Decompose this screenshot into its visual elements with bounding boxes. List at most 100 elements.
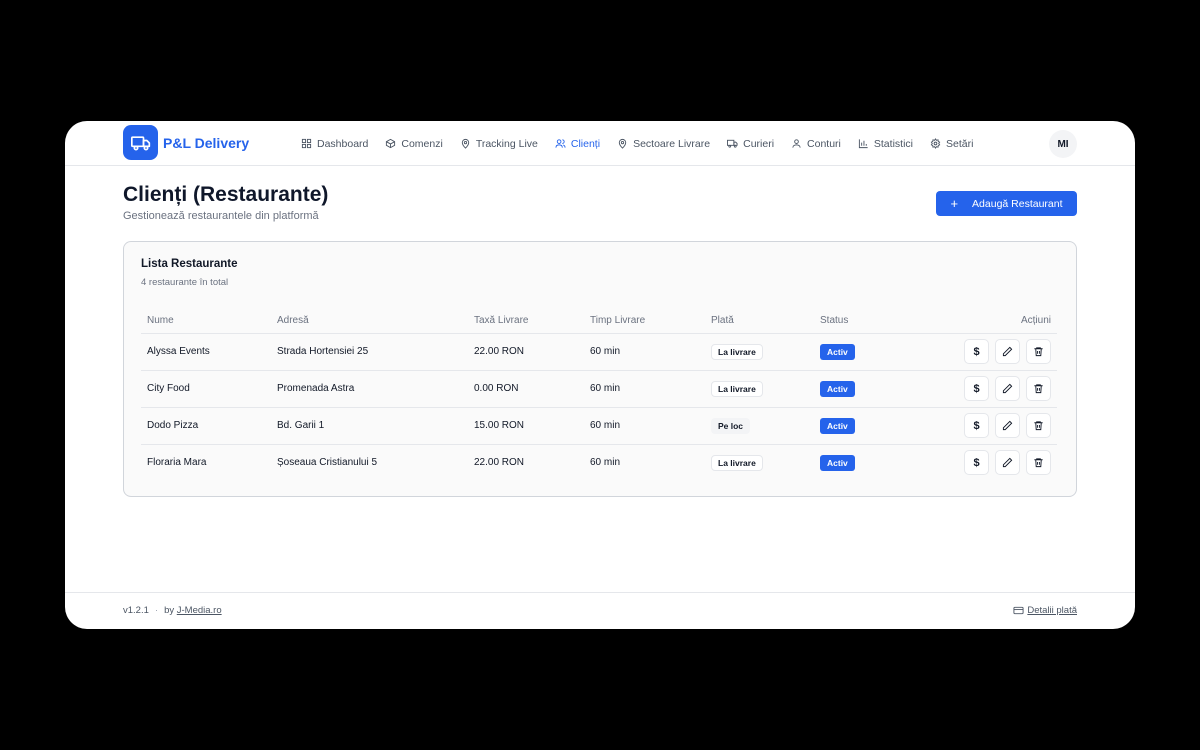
- column-header-name: Nume: [141, 308, 271, 334]
- cell-time: 60 min: [584, 407, 705, 445]
- cell-status: Activ: [814, 444, 914, 481]
- cell-time: 60 min: [584, 333, 705, 371]
- bar-chart-icon: [858, 139, 868, 149]
- payment-badge: La livrare: [711, 343, 763, 360]
- status-badge: Activ: [820, 417, 855, 434]
- nav-item-tracking-live[interactable]: Tracking Live: [460, 138, 538, 150]
- delete-button[interactable]: [1026, 450, 1051, 476]
- restaurants-table: Nume Adresă Taxă Livrare Timp Livrare Pl…: [141, 308, 1057, 481]
- table-row: City Food Promenada Astra 0.00 RON 60 mi…: [141, 370, 1057, 408]
- card-subtitle: 4 restaurante în total: [141, 277, 229, 288]
- trash-icon: [1034, 384, 1043, 394]
- footer: v1.2.1 · by J-Media.ro Detalii plată: [65, 592, 1135, 629]
- nav-item-conturi[interactable]: Conturi: [791, 138, 841, 150]
- status-badge: Activ: [820, 343, 855, 360]
- truck-icon: [123, 125, 158, 160]
- payment-badge: La livrare: [711, 380, 763, 397]
- cell-address: Promenada Astra: [271, 370, 468, 408]
- nav-label: Setări: [945, 137, 974, 150]
- pencil-icon: [1002, 457, 1013, 468]
- nav-item-clienti[interactable]: Clienți: [555, 138, 600, 150]
- nav-label: Dashboard: [317, 137, 369, 150]
- top-navbar: P&L Delivery Dashboard Comenzi Tracking …: [65, 121, 1135, 166]
- dollar-icon[interactable]: $: [964, 413, 989, 438]
- nav-item-setari[interactable]: Setări: [930, 138, 973, 150]
- delete-button[interactable]: [1026, 339, 1051, 364]
- nav-label: Tracking Live: [475, 137, 538, 150]
- pencil-icon: [1002, 346, 1013, 357]
- nav-item-statistici[interactable]: Statistici: [858, 138, 913, 150]
- cell-payment: La livrare: [705, 370, 814, 408]
- payment-details-link[interactable]: Detalii plată: [1013, 605, 1077, 616]
- cell-address: Strada Hortensiei 25: [271, 333, 468, 371]
- nav-label: Comenzi: [401, 137, 443, 150]
- trash-icon: [1034, 458, 1043, 468]
- add-restaurant-button[interactable]: + Adaugă Restaurant: [936, 191, 1077, 216]
- delete-button[interactable]: [1026, 376, 1051, 401]
- nav-label: Conturi: [807, 137, 841, 150]
- dollar-icon[interactable]: $: [964, 339, 989, 364]
- cell-payment: Pe loc: [705, 407, 814, 445]
- edit-button[interactable]: [995, 450, 1020, 476]
- brand-logo[interactable]: P&L Delivery: [123, 125, 249, 160]
- plus-icon: +: [950, 196, 959, 211]
- footer-separator: ·: [154, 605, 159, 616]
- trash-icon: [1034, 421, 1043, 431]
- table-row: Dodo Pizza Bd. Garii 1 15.00 RON 60 min …: [141, 407, 1057, 445]
- page-subtitle: Gestionează restaurantele din platformă: [123, 210, 319, 222]
- nav-item-comenzi[interactable]: Comenzi: [385, 137, 443, 150]
- cell-name: Floraria Mara: [147, 457, 207, 469]
- payment-badge: La livrare: [711, 454, 763, 471]
- cell-payment: La livrare: [705, 444, 814, 481]
- cell-actions: $: [914, 407, 1057, 445]
- column-header-time: Timp Livrare: [584, 308, 705, 334]
- column-header-fee: Taxă Livrare: [468, 308, 584, 334]
- nav-item-sectoare-livrare[interactable]: Sectoare Livrare: [617, 138, 710, 150]
- edit-button[interactable]: [995, 376, 1020, 401]
- dollar-icon[interactable]: $: [964, 376, 989, 401]
- gear-icon: [930, 138, 941, 149]
- nav-item-dashboard[interactable]: Dashboard: [301, 138, 368, 150]
- table-row: Alyssa Events Strada Hortensiei 25 22.00…: [141, 333, 1057, 371]
- nav-label: Sectoare Livrare: [633, 137, 711, 150]
- by-label: by: [164, 605, 175, 616]
- cell-time: 60 min: [590, 457, 621, 469]
- credit-card-icon: [1013, 606, 1024, 615]
- cell-status: Activ: [814, 333, 914, 371]
- cell-status: Activ: [814, 370, 914, 408]
- pencil-icon: [1002, 420, 1013, 431]
- dollar-icon[interactable]: $: [964, 450, 989, 476]
- cell-address: Bd. Garii 1: [271, 407, 468, 445]
- nav-label: Statistici: [873, 137, 913, 150]
- cell-fee: 22.00 RON: [468, 333, 584, 371]
- cell-name: City Food: [141, 370, 271, 408]
- table-row: Floraria Mara Șoseaua Cristianului 5 22.…: [141, 444, 1057, 481]
- cell-payment: La livrare: [705, 333, 814, 371]
- table-header-row: Nume Adresă Taxă Livrare Timp Livrare Pl…: [141, 308, 1057, 334]
- cell-time: 60 min: [584, 370, 705, 408]
- version-label: v1.2.1: [123, 605, 149, 616]
- brand-name: P&L Delivery: [163, 134, 250, 151]
- app-window: P&L Delivery Dashboard Comenzi Tracking …: [65, 121, 1135, 629]
- delete-button[interactable]: [1026, 413, 1051, 438]
- map-pin-icon: [618, 138, 627, 149]
- jmedia-link[interactable]: J-Media.ro: [177, 605, 222, 616]
- nav-item-curieri[interactable]: Curieri: [727, 138, 774, 150]
- column-header-address: Adresă: [271, 308, 468, 334]
- box-icon: [386, 138, 396, 149]
- page-title: Clienți (Restaurante): [123, 183, 329, 206]
- cell-fee: 0.00 RON: [468, 370, 584, 408]
- edit-button[interactable]: [995, 413, 1020, 438]
- column-header-status: Status: [814, 308, 914, 334]
- map-pin-icon: [461, 138, 469, 149]
- cell-actions: $: [914, 444, 1057, 481]
- truck-icon: [727, 139, 738, 148]
- cell-actions: $: [914, 370, 1057, 408]
- add-restaurant-label: Adaugă Restaurant: [972, 197, 1063, 210]
- edit-button[interactable]: [995, 339, 1020, 364]
- users-icon: [555, 139, 566, 148]
- user-icon: [792, 139, 801, 148]
- status-badge: Activ: [820, 380, 855, 397]
- status-badge: Activ: [820, 454, 855, 471]
- user-avatar[interactable]: MI: [1049, 130, 1077, 158]
